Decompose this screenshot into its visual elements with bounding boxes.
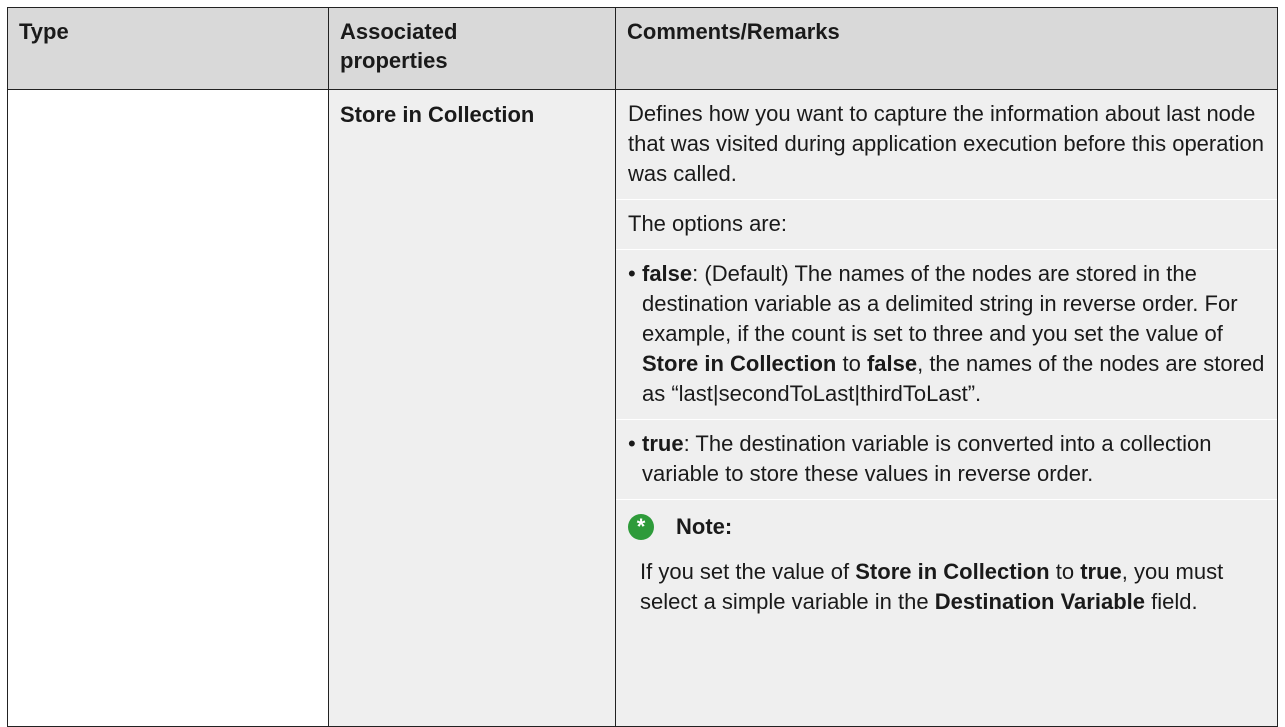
note-bold-true: true [1080,559,1122,584]
option-true-desc: : The destination variable is converted … [642,431,1212,486]
header-comments: Comments/Remarks [615,7,1278,90]
option-false-block: • false: (Default) The names of the node… [616,250,1277,420]
cell-comments: Defines how you want to capture the info… [615,89,1278,727]
description-text: Defines how you want to capture the info… [628,101,1264,186]
note-bold-prop: Store in Collection [855,559,1050,584]
cell-property: Store in Collection [328,89,616,727]
properties-table: Type Associated properties Comments/Rema… [7,7,1278,727]
bullet-icon: • [628,431,636,456]
option-false-desc-b: to [836,351,867,376]
bullet-icon: • [628,261,636,286]
header-row: Type Associated properties Comments/Rema… [7,7,1278,90]
list-item: • false: (Default) The names of the node… [628,259,1265,409]
option-false-text: false: (Default) The names of the nodes … [642,259,1265,409]
option-false-bold-false: false [866,351,918,376]
option-true-block: • true: The destination variable is conv… [616,420,1277,500]
header-props-line1: Associated [340,19,458,44]
note-text: If you set the value of Store in Collect… [628,557,1265,617]
cell-type [7,89,329,727]
note-text-d: field. [1145,589,1198,614]
header-comments-label: Comments/Remarks [627,19,840,44]
options-intro-text: The options are: [628,211,787,236]
note-heading: * Note: [628,511,1265,543]
table-row: Store in Collection Defines how you want… [7,89,1278,727]
note-bold-field: Destination Variable [934,589,1145,614]
note-text-a: If you set the value of [640,559,856,584]
option-false-desc-a: : (Default) The names of the nodes are s… [642,261,1238,346]
option-true-text: true: The destination variable is conver… [642,429,1265,489]
option-false-key: false [642,261,693,286]
note-text-b: to [1049,559,1081,584]
note-label: Note: [676,514,733,539]
property-name: Store in Collection [340,102,535,127]
option-true-key: true [642,431,684,456]
header-associated-properties: Associated properties [328,7,616,90]
asterisk-icon: * [628,514,654,540]
list-item: • true: The destination variable is conv… [628,429,1265,489]
option-false-bold-prop: Store in Collection [642,351,837,376]
description-block: Defines how you want to capture the info… [616,90,1277,200]
options-intro-block: The options are: [616,200,1277,250]
header-type: Type [7,7,329,90]
header-type-label: Type [19,19,69,44]
header-props-line2: properties [340,48,448,73]
note-block: * Note: If you set the value of Store in… [616,500,1277,627]
